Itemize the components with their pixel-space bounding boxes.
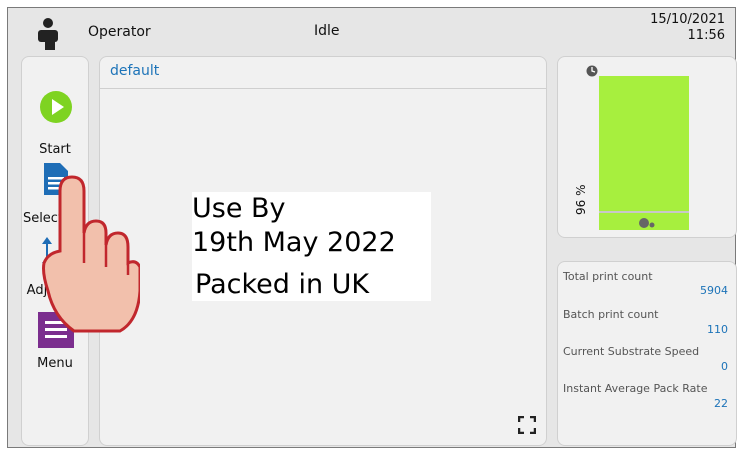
ink-level-gauge: 96 %: [557, 56, 737, 238]
label-line-packed: Packed in UK: [195, 269, 370, 300]
label-preview[interactable]: Use By 19th May 2022 Packed in UK: [192, 192, 431, 301]
stat-value-total: 5904: [700, 284, 728, 297]
time-text: 11:56: [687, 28, 725, 43]
label-line-use-by: Use By: [192, 193, 286, 224]
stat-label-total: Total print count: [563, 270, 653, 283]
gauge-threshold-line: [599, 211, 689, 213]
date-text: 15/10/2021: [650, 12, 725, 27]
ink-drops-icon: [639, 218, 655, 228]
top-bar: Operator Idle 15/10/2021 11:56: [8, 8, 735, 54]
play-icon[interactable]: [39, 90, 73, 124]
label-editor-panel: default Use By 19th May 2022 Packed in U…: [99, 56, 547, 446]
stat-label-speed: Current Substrate Speed: [563, 345, 700, 358]
stat-label-pack-rate: Instant Average Pack Rate: [563, 382, 708, 395]
user-icon[interactable]: [38, 18, 58, 50]
tab-default[interactable]: default: [110, 63, 159, 79]
tab-divider: [100, 88, 546, 89]
stat-value-speed: 0: [721, 360, 728, 373]
ink-level-bar: [599, 76, 689, 230]
stat-value-pack-rate: 22: [714, 397, 728, 410]
operator-role-label: Operator: [88, 24, 151, 40]
datetime-display: 15/10/2021 11:56: [650, 12, 725, 44]
label-line-date: 19th May 2022: [192, 227, 396, 258]
hand-pointer-icon: [42, 175, 140, 333]
stat-value-batch: 110: [707, 323, 728, 336]
ink-level-percent: 96 %: [574, 184, 588, 216]
stats-panel: Total print count 5904 Batch print count…: [557, 261, 737, 446]
sidebar-item-start[interactable]: Start: [22, 142, 88, 157]
sidebar-item-menu[interactable]: Menu: [22, 356, 88, 371]
fullscreen-icon[interactable]: [518, 416, 536, 434]
machine-status: Idle: [314, 23, 340, 39]
stat-label-batch: Batch print count: [563, 308, 659, 321]
clock-icon: [586, 65, 598, 77]
